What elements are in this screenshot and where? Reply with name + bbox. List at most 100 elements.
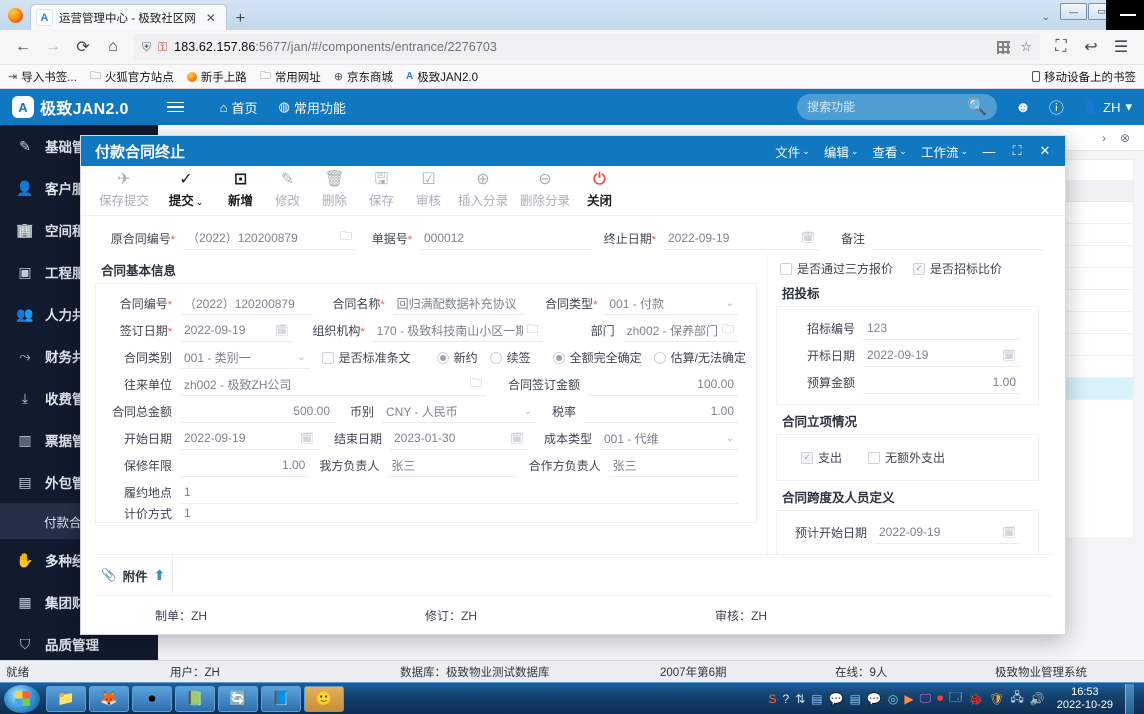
folder-icon[interactable]: 🗀 [336, 227, 352, 248]
tray-lan-icon[interactable]: 🖧 [1010, 688, 1023, 709]
bookmark-getting-started[interactable]: 新手上路 [186, 69, 247, 85]
toolbar-save-submit-button[interactable]: ✈ 保存提交 [93, 172, 155, 209]
search-input[interactable] [807, 100, 968, 114]
tax-rate-field[interactable]: 1.00 [584, 400, 738, 423]
recorder-icon[interactable]: ⏺ [132, 685, 172, 712]
toolbar-close-button[interactable]: ⏻ 关闭 [576, 172, 623, 209]
toolbar-edit-button[interactable]: ✎ 修改 [264, 172, 311, 209]
chevron-down-icon[interactable]: ⌄ [524, 406, 532, 417]
back-icon[interactable]: ← [8, 33, 38, 61]
pricing-method-field[interactable]: 1 [180, 506, 738, 520]
chevron-down-icon[interactable]: ⌄ [726, 433, 734, 444]
calendar-icon[interactable]: 🗓 [510, 432, 524, 445]
sign-date-field[interactable]: 2022-09-19 🗓 [180, 319, 293, 342]
original-contract-no-field[interactable]: （2022）120200879 🗀 [183, 227, 356, 250]
attachment-dropzone[interactable] [173, 555, 1051, 595]
search-icon[interactable]: 🔍 [967, 97, 987, 117]
menu-edit[interactable]: 编辑 ⌄ [819, 142, 864, 161]
user-menu[interactable]: 👤 ZH ▾ [1082, 99, 1132, 115]
remark-field[interactable] [873, 227, 1043, 250]
tray-chat2-icon[interactable]: 💬 [867, 692, 882, 706]
firefox-icon[interactable]: 🦊 [89, 685, 129, 712]
folder-icon[interactable]: 🗀 [523, 320, 539, 341]
contract-no-field[interactable]: （2022）120200879 [180, 292, 313, 315]
calendar-icon[interactable]: 🗓 [801, 231, 815, 244]
address-bar[interactable]: ⛨ ⚿ 183.62.157.86:5677/jan/#/components/… [134, 34, 1040, 60]
toolbar-delete-entry-button[interactable]: ⊖ 删除分录 [514, 172, 576, 209]
calendar-icon[interactable]: 🗓 [1002, 526, 1016, 539]
tray-volume-icon[interactable]: 🔊 [1030, 692, 1045, 706]
menu-view[interactable]: 查看 ⌄ [867, 142, 912, 161]
home-icon[interactable]: ⌂ [98, 33, 128, 61]
sync-icon[interactable]: 🔄 [218, 685, 258, 712]
budget-amount-field[interactable]: 1.00 [863, 371, 1020, 394]
bid-compare-checkbox[interactable]: ✓ 是否招标比价 [913, 260, 1002, 277]
radio-full-amount[interactable]: 全额完全确定 [552, 349, 642, 366]
our-owner-field[interactable]: 张三 [387, 454, 517, 477]
organization-field[interactable]: 170 - 极致科技南山小区一期 🗀 [372, 319, 543, 342]
explorer-icon[interactable]: 📁 [46, 685, 86, 712]
radio-renew-contract[interactable]: 续签 [489, 349, 531, 366]
mobile-bookmarks[interactable]: 移动设备上的书签 [1032, 69, 1136, 85]
department-field[interactable]: zh002 - 保养部门 🗀 [622, 319, 738, 342]
chat-icon[interactable]: 🙂 [304, 685, 344, 712]
contract-name-field[interactable]: 回归满配数据补充协议 [392, 292, 526, 315]
toolbar-insert-entry-button[interactable]: ⊕ 插入分录 [452, 172, 514, 209]
bookmark-common-sites[interactable]: 🗀 常用网址 [260, 67, 321, 86]
folder-icon[interactable]: 🗀 [718, 320, 734, 341]
toolbar-delete-button[interactable]: 🗑 删除 [311, 172, 358, 209]
radio-estimated[interactable]: 估算/无法确定 [653, 349, 746, 366]
no-extra-expense-checkbox[interactable]: 无额外支出 [868, 449, 945, 466]
tray-chat1-icon[interactable]: 💬 [829, 692, 844, 706]
menu-workflow[interactable]: 工作流 ⌄ [916, 142, 973, 161]
menu-icon[interactable]: ☰ [1106, 33, 1136, 61]
nav-common-functions[interactable]: ◍ 常用功能 [271, 98, 354, 117]
tray-sogou-icon[interactable]: S [769, 692, 777, 706]
menu-file[interactable]: 文件 ⌄ [770, 142, 815, 161]
bid-open-date-field[interactable]: 2022-09-19 🗓 [863, 344, 1020, 367]
bookmark-jd[interactable]: ⊕ 京东商城 [334, 69, 393, 85]
expense-checkbox[interactable]: ✓ 支出 [801, 449, 842, 466]
currency-select[interactable]: CNY - 人民币 ⌄ [382, 400, 536, 423]
history-icon[interactable]: ↩ [1076, 33, 1106, 61]
toolbar-add-button[interactable]: ⊡ 新增 [217, 172, 264, 209]
pocket-icon[interactable]: ⛶ [1046, 33, 1076, 61]
dialog-close-button[interactable]: ✕ [1033, 139, 1057, 163]
browser-tab[interactable]: A 运营管理中心 - 极致社区网 ✕ [30, 4, 227, 30]
tray-record-icon[interactable]: ⏺ [937, 691, 943, 706]
toolbar-submit-button[interactable]: ✓ 提交 ⌄ [155, 172, 217, 209]
contract-type-select[interactable]: 001 - 付款 ⌄ [605, 292, 739, 315]
bookmark-import[interactable]: ⇥ 导入书签... [8, 69, 77, 85]
excel-icon[interactable]: 📗 [175, 685, 215, 712]
cost-type-select[interactable]: 001 - 代维 ⌄ [600, 427, 738, 450]
hamburger-icon[interactable] [166, 101, 184, 113]
bid-no-field[interactable]: 123 [863, 317, 1020, 340]
help-icon[interactable]: ⓘ [1049, 97, 1064, 118]
toolbar-save-button[interactable]: 🖫 保存 [358, 172, 405, 209]
bookmark-firefox-site[interactable]: 🗀 火狐官方站点 [90, 67, 174, 86]
tray-window-icon[interactable]: 🗔 [949, 688, 962, 709]
shield-icon[interactable]: ⛨ [142, 40, 151, 55]
tray-help-icon[interactable]: ? [783, 692, 790, 706]
expand-icon[interactable]: › [1102, 131, 1106, 145]
calendar-icon[interactable]: 🗓 [300, 432, 314, 445]
document-no-field[interactable]: 000012 [420, 227, 590, 250]
partner-owner-field[interactable]: 张三 [608, 454, 738, 477]
calendar-icon[interactable]: 🗓 [275, 324, 289, 337]
calendar-icon[interactable]: 🗓 [1002, 349, 1016, 362]
robot-icon[interactable]: ☻ [1015, 99, 1031, 116]
show-desktop-button[interactable] [1125, 683, 1134, 714]
tray-app1-icon[interactable]: ▤ [811, 692, 822, 706]
radio-new-contract[interactable]: 新约 [436, 349, 478, 366]
nav-home[interactable]: ⌂ 首页 [212, 98, 266, 117]
dialog-minimize-button[interactable]: — [977, 139, 1001, 163]
tray-shield-icon[interactable]: 🛡 [989, 692, 1004, 706]
reload-icon[interactable]: ⟳ [68, 33, 98, 61]
total-amount-field[interactable]: 500.00 [180, 400, 334, 423]
dialog-maximize-button[interactable]: ⛶ [1005, 139, 1029, 163]
tray-spiral-icon[interactable]: ◎ [888, 692, 898, 706]
start-date-field[interactable]: 2022-09-19 🗓 [180, 427, 318, 450]
search-box[interactable]: 🔍 [797, 94, 998, 120]
star-icon[interactable]: ☆ [1020, 39, 1032, 55]
third-party-quote-checkbox[interactable]: 是否通过三方报价 [780, 260, 893, 277]
